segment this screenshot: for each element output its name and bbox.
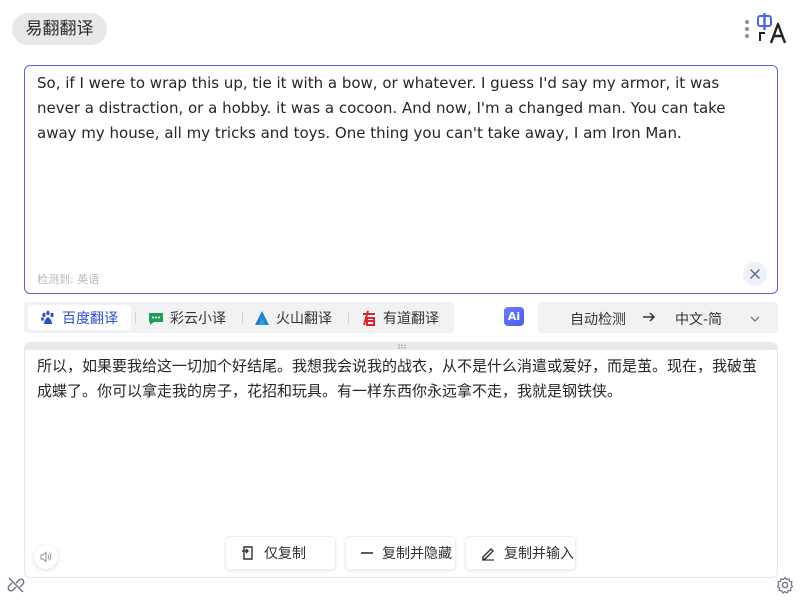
minus-icon bbox=[361, 552, 373, 554]
source-language[interactable]: 自动检测 bbox=[570, 309, 626, 329]
copy-only-button[interactable]: 仅复制 bbox=[225, 536, 336, 570]
tab-label: 百度翻译 bbox=[62, 310, 118, 327]
youdao-logo-icon bbox=[361, 310, 377, 326]
copy-icon bbox=[242, 546, 253, 560]
tab-caiyun[interactable]: 彩云小译 bbox=[148, 305, 226, 330]
baidu-paw-icon bbox=[40, 310, 56, 326]
tab-label: 彩云小译 bbox=[170, 310, 226, 327]
ai-button[interactable]: Ai bbox=[504, 307, 524, 326]
divider bbox=[242, 312, 243, 324]
close-icon bbox=[750, 269, 760, 279]
language-selector[interactable]: 自动检测 中文-简 bbox=[538, 302, 778, 333]
chevron-down-icon[interactable] bbox=[750, 312, 760, 328]
kebab-menu-icon[interactable] bbox=[744, 17, 750, 43]
translated-text: 所以，如果要我给这一切加个好结尾。我想我会说我的战衣，从不是什么消遣或爱好，而是… bbox=[37, 357, 758, 400]
source-text[interactable]: So, if I were to wrap this up, tie it wi… bbox=[37, 71, 765, 146]
tab-youdao[interactable]: 有道翻译 bbox=[361, 305, 439, 330]
pen-icon bbox=[482, 548, 494, 561]
detected-language-label: 检测到: 英语 bbox=[37, 273, 100, 286]
copy-and-hide-button[interactable]: 复制并隐藏 bbox=[345, 536, 456, 570]
app-title: 易翻翻译 bbox=[12, 13, 107, 45]
drag-handle-icon[interactable] bbox=[397, 344, 407, 349]
button-label: 仅复制 bbox=[264, 546, 306, 562]
copy-and-input-button[interactable]: 复制并输入 bbox=[465, 536, 576, 570]
translate-logo-icon[interactable] bbox=[756, 13, 790, 45]
engine-tabs: 百度翻译 彩云小译 火山翻译 有道翻译 bbox=[24, 302, 454, 333]
speaker-icon bbox=[40, 551, 52, 563]
tab-baidu[interactable]: 百度翻译 bbox=[28, 305, 131, 330]
gear-icon[interactable] bbox=[776, 576, 794, 598]
tab-label: 有道翻译 bbox=[383, 310, 439, 327]
caiyun-chat-icon bbox=[148, 310, 164, 326]
target-language[interactable]: 中文-简 bbox=[675, 309, 722, 329]
clear-button[interactable] bbox=[743, 262, 767, 286]
button-label: 复制并隐藏 bbox=[382, 546, 452, 562]
volcano-mountain-icon bbox=[254, 310, 270, 326]
arrow-right-icon bbox=[642, 310, 656, 328]
speak-button[interactable] bbox=[34, 545, 58, 569]
divider bbox=[348, 312, 349, 324]
button-label: 复制并输入 bbox=[504, 546, 574, 562]
source-text-area[interactable]: So, if I were to wrap this up, tie it wi… bbox=[24, 65, 778, 294]
tab-label: 火山翻译 bbox=[276, 310, 332, 327]
unpin-icon[interactable] bbox=[7, 576, 25, 598]
resize-bar[interactable] bbox=[25, 343, 777, 350]
divider bbox=[135, 312, 136, 324]
tab-volcano[interactable]: 火山翻译 bbox=[254, 305, 332, 330]
